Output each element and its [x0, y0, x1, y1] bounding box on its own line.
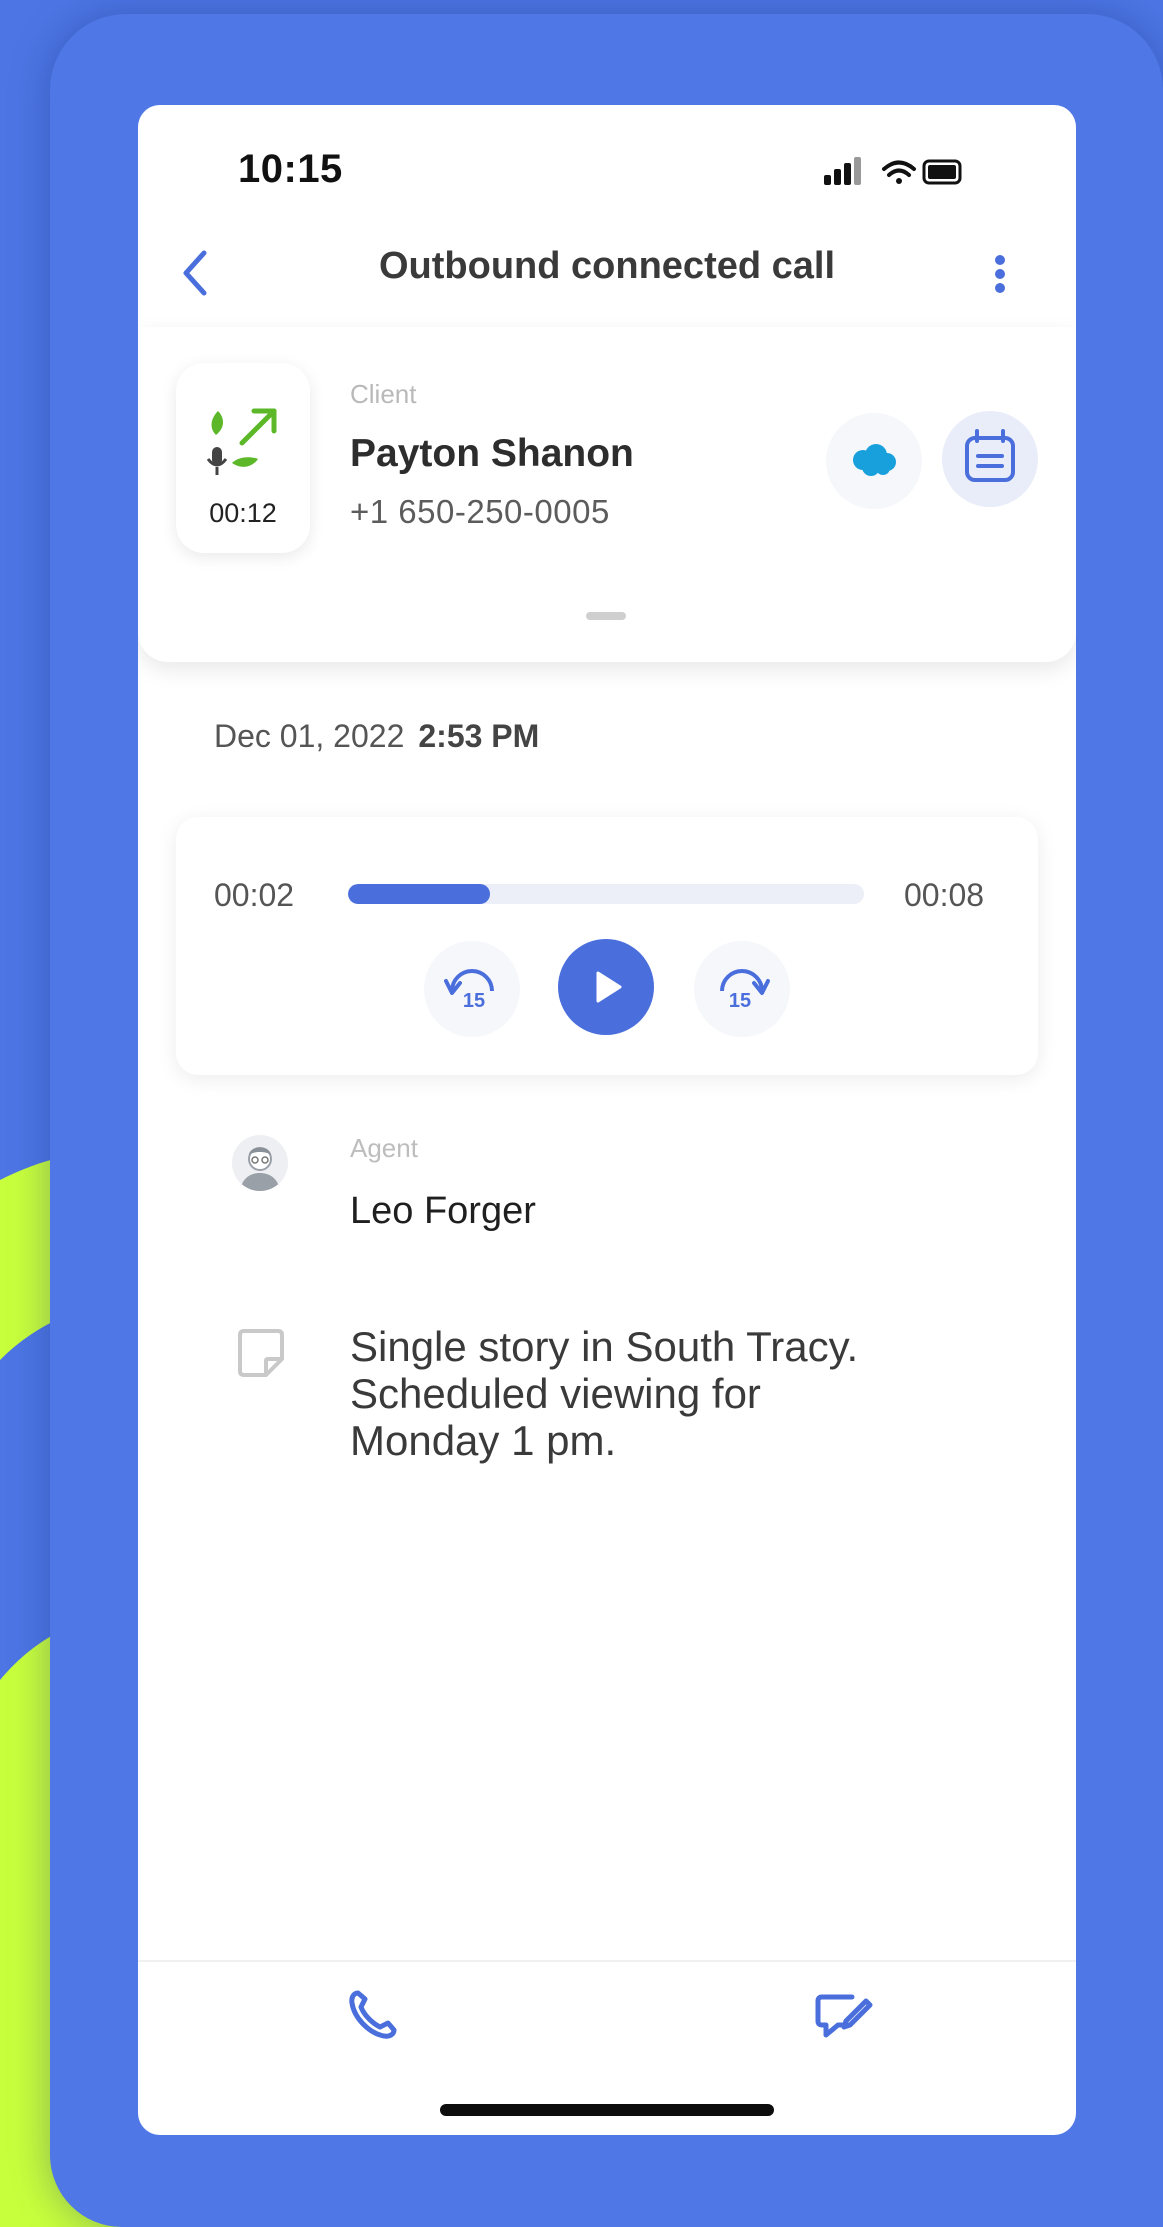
call-datetime: Dec 01, 2022 2:53 PM — [214, 718, 539, 755]
microphone-icon — [206, 447, 228, 475]
client-label: Client — [350, 379, 417, 409]
person-icon — [240, 1147, 280, 1191]
call-duration: 00:12 — [209, 498, 277, 528]
call-button[interactable] — [344, 1987, 400, 2043]
signal-icon — [824, 157, 861, 185]
app-screen: 10:15 Outbound connected call 00:12 Clie… — [138, 105, 1076, 2135]
phone-icon — [349, 1990, 397, 2039]
rewind-seconds: 15 — [463, 990, 485, 1012]
message-button[interactable] — [812, 1987, 874, 2043]
forward-button[interactable]: 15 — [694, 941, 790, 1037]
more-vertical-icon — [995, 255, 1005, 293]
play-button[interactable] — [558, 939, 654, 1035]
progress-fill — [348, 884, 490, 904]
forward-15-icon: 15 — [720, 969, 770, 1012]
rewind-button[interactable]: 15 — [424, 941, 520, 1037]
client-phone[interactable]: +1 650-250-0005 — [350, 493, 610, 531]
wifi-icon — [882, 160, 916, 184]
message-edit-icon — [815, 1994, 873, 2038]
agent-name: Leo Forger — [350, 1190, 536, 1232]
elapsed-time: 00:02 — [214, 877, 295, 913]
page-title: Outbound connected call — [378, 245, 836, 287]
status-icons — [824, 157, 962, 185]
calendar-icon — [965, 429, 1015, 482]
status-time: 10:15 — [238, 147, 343, 191]
bottom-divider — [138, 1960, 1076, 1962]
card-drag-handle[interactable] — [586, 612, 626, 620]
call-time: 2:53 PM — [418, 718, 540, 754]
client-name: Payton Shanon — [350, 432, 634, 475]
agent-avatar — [232, 1135, 288, 1191]
salesforce-cloud-icon — [853, 444, 896, 476]
forward-seconds: 15 — [729, 990, 751, 1012]
calendar-button[interactable] — [942, 411, 1038, 507]
outbound-call-icon — [206, 408, 277, 475]
more-options-button[interactable] — [988, 251, 1012, 299]
total-time: 00:08 — [904, 877, 985, 913]
agent-label: Agent — [350, 1133, 418, 1163]
call-note[interactable]: Single story in South Tracy. Scheduled v… — [350, 1323, 910, 1464]
play-icon — [596, 971, 622, 1003]
rewind-15-icon: 15 — [444, 969, 494, 1012]
note-icon — [238, 1329, 284, 1377]
call-date: Dec 01, 2022 — [214, 718, 405, 754]
progress-bar[interactable] — [348, 884, 864, 904]
salesforce-button[interactable] — [826, 413, 922, 509]
battery-icon — [922, 159, 962, 185]
home-indicator[interactable] — [440, 2104, 774, 2116]
